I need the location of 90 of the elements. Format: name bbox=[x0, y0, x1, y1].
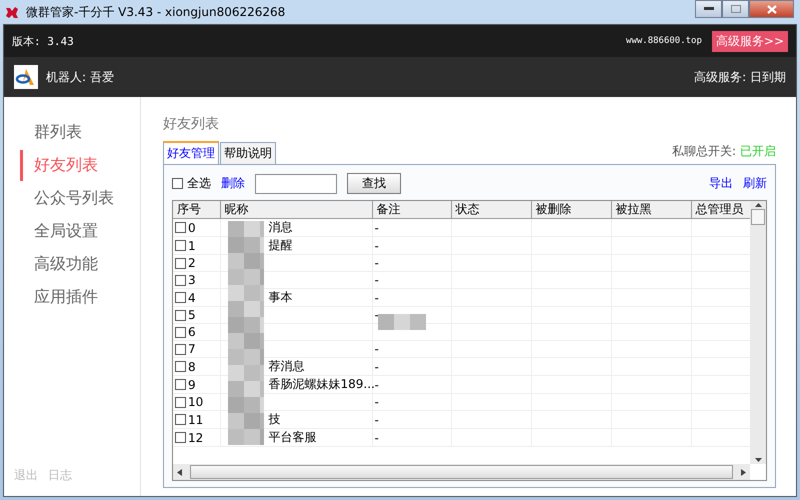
remark-cell: - bbox=[374, 342, 379, 356]
index-cell: 10 bbox=[188, 395, 204, 409]
scroll-right-icon[interactable] bbox=[741, 468, 746, 476]
row-checkbox[interactable] bbox=[175, 379, 186, 390]
window-title: 微群管家-千分千 V3.43 - xiongjun806226268 bbox=[26, 4, 286, 20]
sidebar-item[interactable]: 群列表 bbox=[20, 117, 140, 148]
remark-cell: - bbox=[374, 273, 379, 287]
scroll-left-icon[interactable] bbox=[177, 468, 182, 476]
vertical-scrollbar[interactable] bbox=[750, 201, 766, 464]
row-checkbox[interactable] bbox=[175, 310, 186, 320]
select-all-label: 全选 bbox=[187, 175, 211, 192]
refresh-link[interactable]: 刷新 bbox=[743, 175, 767, 192]
row-checkbox[interactable] bbox=[175, 344, 186, 354]
remark-cell: - bbox=[374, 220, 379, 234]
sidebar-item[interactable]: 公众号列表 bbox=[20, 183, 140, 214]
tab[interactable]: 好友管理 bbox=[163, 141, 219, 164]
nickname-cell-text: 消息 bbox=[268, 220, 292, 234]
index-cell: 1 bbox=[188, 238, 196, 252]
switch-label: 私聊总开关: bbox=[672, 144, 736, 158]
index-cell: 3 bbox=[188, 273, 196, 287]
nickname-cell-text: 事本 bbox=[268, 290, 292, 304]
nickname-cell-text: 香肠泥螺妹妹189... bbox=[268, 377, 375, 391]
close-icon bbox=[766, 4, 776, 14]
scroll-up-icon[interactable] bbox=[754, 201, 762, 209]
checkbox[interactable] bbox=[172, 178, 183, 189]
blur-mosaic bbox=[378, 314, 426, 330]
app-icon bbox=[4, 4, 20, 20]
index-cell: 7 bbox=[188, 342, 196, 356]
service-status: 高级服务: 日到期 bbox=[694, 68, 786, 86]
index-cell: 11 bbox=[188, 412, 204, 426]
row-checkbox[interactable] bbox=[175, 361, 186, 372]
remark-cell: - bbox=[374, 395, 379, 409]
row-checkbox[interactable] bbox=[175, 292, 186, 303]
website-link[interactable]: www.886600.top bbox=[626, 36, 702, 46]
remark-cell: - bbox=[374, 360, 379, 374]
section-title: 好友列表 bbox=[163, 115, 220, 133]
tab[interactable]: 帮助说明 bbox=[220, 142, 276, 164]
index-cell: 5 bbox=[188, 308, 196, 322]
delete-link[interactable]: 删除 bbox=[221, 175, 245, 192]
index-cell: 4 bbox=[188, 290, 196, 304]
nickname-cell-text: 平台客服 bbox=[268, 430, 316, 444]
remark-cell: - bbox=[374, 412, 379, 426]
row-checkbox[interactable] bbox=[175, 258, 186, 268]
nickname-cell-text: 荐消息 bbox=[268, 359, 304, 373]
column-header[interactable]: 序号 bbox=[173, 201, 220, 218]
column-header[interactable]: 总管理员 bbox=[691, 201, 750, 218]
column-header[interactable]: 备注 bbox=[372, 201, 451, 218]
minimize-button[interactable] bbox=[695, 0, 722, 18]
sidebar-item[interactable]: 应用插件 bbox=[20, 282, 140, 313]
scroll-down-icon[interactable] bbox=[754, 456, 762, 464]
row-checkbox[interactable] bbox=[175, 326, 186, 338]
minimize-icon bbox=[704, 7, 714, 11]
sidebar-item[interactable]: 全局设置 bbox=[20, 216, 140, 247]
row-checkbox[interactable] bbox=[175, 274, 186, 286]
scroll-thumb[interactable] bbox=[751, 209, 765, 225]
row-checkbox[interactable] bbox=[175, 396, 186, 408]
column-header[interactable]: 被删除 bbox=[531, 201, 611, 218]
version-label: 版本: 3.43 bbox=[12, 34, 74, 48]
search-button[interactable]: 查找 bbox=[347, 173, 401, 194]
remark-cell: - bbox=[374, 308, 379, 322]
remark-cell: - bbox=[374, 430, 379, 444]
index-cell: 6 bbox=[188, 325, 196, 339]
nickname-cell-text: 提醒 bbox=[268, 238, 292, 252]
sidebar-item[interactable]: 高级功能 bbox=[20, 249, 140, 280]
remark-cell: - bbox=[374, 378, 379, 392]
index-cell: 9 bbox=[188, 378, 196, 392]
remark-cell: - bbox=[374, 290, 379, 304]
row-checkbox[interactable] bbox=[175, 414, 186, 425]
remark-cell: - bbox=[374, 256, 379, 270]
index-cell: 2 bbox=[188, 256, 196, 270]
row-checkbox[interactable] bbox=[175, 222, 186, 233]
column-header[interactable]: 被拉黑 bbox=[611, 201, 691, 218]
maximize-icon bbox=[730, 5, 740, 13]
export-link[interactable]: 导出 bbox=[709, 175, 733, 192]
index-cell: 8 bbox=[188, 360, 196, 374]
search-field[interactable] bbox=[255, 174, 337, 194]
index-cell: 12 bbox=[188, 430, 204, 444]
column-header[interactable]: 状态 bbox=[451, 201, 531, 218]
row-checkbox[interactable] bbox=[175, 432, 186, 443]
upgrade-button[interactable]: 高级服务>> bbox=[712, 30, 788, 52]
nickname-cell-text: 技 bbox=[268, 412, 280, 426]
horizontal-scrollbar[interactable] bbox=[173, 464, 750, 480]
column-header[interactable]: 昵称 bbox=[220, 201, 372, 218]
remark-cell: - bbox=[374, 238, 379, 252]
scroll-thumb[interactable] bbox=[190, 465, 733, 479]
close-button[interactable] bbox=[749, 0, 794, 18]
index-cell: 0 bbox=[188, 220, 196, 234]
row-checkbox[interactable] bbox=[175, 240, 186, 251]
maximize-button[interactable] bbox=[722, 0, 749, 18]
robot-name: 机器人: 吾爱 bbox=[46, 68, 114, 86]
